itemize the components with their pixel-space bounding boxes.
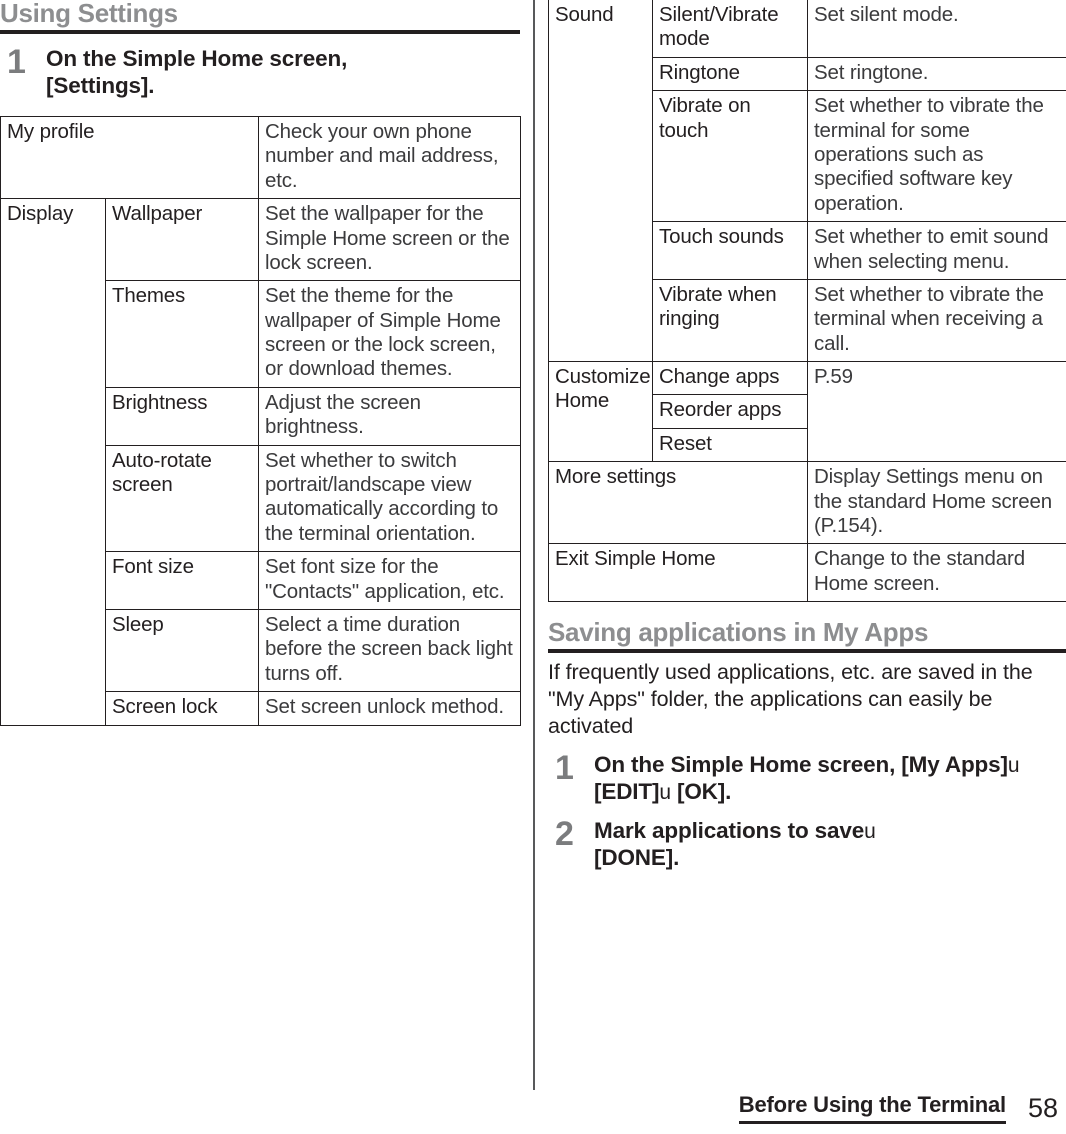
step-1-right: 1 On the Simple Home screen, [My Apps]u …: [548, 751, 1066, 806]
table-row: Sound Silent/Vibrate mode Set silent mod…: [548, 0, 1066, 363]
cell-group-customize-home: Customize Home: [548, 361, 653, 463]
cell-desc-vibrate-when-ringing: Set whether to vibrate the terminal when…: [807, 278, 1066, 363]
right-column: Sound Silent/Vibrate mode Set silent mod…: [548, 0, 1066, 871]
cell-item-silent-vibrate-mode: Silent/Vibrate mode: [652, 0, 808, 58]
step-2-right: 2 Mark applications to saveu [DONE].: [548, 817, 1066, 872]
cell-item-brightness: Brightness: [104, 386, 260, 446]
section-heading-text: Saving applications in My Apps: [548, 617, 929, 648]
step-text-part: On the Simple Home screen, [My Apps]: [594, 751, 1008, 777]
cell-item-ringtone: Ringtone: [652, 56, 808, 92]
table-row: More settings Display Settings menu on t…: [548, 461, 1066, 545]
intro-paragraph: If frequently used applications, etc. ar…: [548, 659, 1033, 738]
cell-desc-brightness: Adjust the screen brightness.: [258, 386, 522, 446]
page-number: 58: [1027, 1093, 1058, 1123]
step-number: 2: [555, 814, 574, 853]
cell-desc-screen-lock: Set screen unlock method.: [258, 691, 522, 726]
page-footer: Before Using the Terminal 58: [0, 1086, 1066, 1126]
cell-group-exit-simple-home: Exit Simple Home: [548, 543, 808, 603]
cell-desc-touch-sounds: Set whether to emit sound when selecting…: [807, 221, 1066, 280]
section-heading-rule: [0, 29, 520, 34]
cell-desc-more-settings: Display Settings menu on the standard Ho…: [807, 461, 1066, 545]
table-row: My profile Check your own phone number a…: [0, 115, 522, 200]
cell-desc-sleep: Select a time duration before the screen…: [258, 608, 522, 693]
step-text-part: [EDIT]: [594, 779, 660, 805]
cell-item-screen-lock: Screen lock: [104, 691, 260, 726]
arrow-icon: u: [864, 819, 876, 843]
cell-desc-ringtone: Set ringtone.: [807, 56, 1066, 92]
cell-desc-themes: Set the theme for the wallpaper of Simpl…: [258, 280, 522, 388]
step-line-1: On the Simple Home screen,: [46, 45, 348, 71]
cell-item-wallpaper: Wallpaper: [104, 198, 260, 282]
cell-item-reset: Reset: [652, 427, 808, 463]
step-text-part: [DONE].: [594, 845, 680, 871]
manual-page: Using Settings 1 On the Simple Home scre…: [0, 0, 1066, 1134]
arrow-icon: u: [1007, 753, 1020, 777]
table-row: Customize Home Change apps P.59: [548, 361, 1066, 463]
step-text: On the Simple Home screen, [My Apps]u [E…: [594, 751, 1066, 806]
cell-item-themes: Themes: [104, 280, 260, 388]
cell-desc-wallpaper: Set the wallpaper for the Simple Home sc…: [258, 198, 522, 282]
section-heading-rule: [548, 648, 1066, 653]
step-number: 1: [7, 42, 26, 81]
table-row: Display Wallpaper Set the wallpaper for …: [0, 198, 522, 726]
left-column: Using Settings 1 On the Simple Home scre…: [0, 0, 522, 726]
footer-chapter-title: Before Using the Terminal: [738, 1092, 1006, 1124]
section-heading-saving-applications: Saving applications in My Apps: [548, 619, 1066, 653]
footer-inner: Before Using the Terminal 58: [738, 1092, 1058, 1124]
step-text: On the Simple Home screen, [Settings].: [46, 45, 520, 99]
cell-item-touch-sounds: Touch sounds: [652, 221, 808, 280]
column-divider: [533, 0, 535, 1090]
arrow-icon: u: [659, 781, 671, 805]
cell-desc-silent-vibrate-mode: Set silent mode.: [807, 0, 1066, 58]
cell-item-auto-rotate-screen: Auto-rotate screen: [104, 444, 260, 553]
step-1-left: 1 On the Simple Home screen, [Settings].: [0, 42, 520, 99]
table-row: Exit Simple Home Change to the standard …: [548, 543, 1066, 603]
cell-item-vibrate-on-touch: Vibrate on touch: [652, 90, 808, 223]
cell-desc-exit-simple-home: Change to the standard Home screen.: [807, 543, 1066, 603]
cell-group-my-profile: My profile: [0, 115, 260, 200]
step-text: Mark applications to saveu [DONE].: [594, 817, 1066, 872]
cell-desc-customize-home: P.59: [807, 361, 1066, 463]
cell-group-more-settings: More settings: [548, 461, 808, 545]
cell-item-sleep: Sleep: [104, 608, 260, 693]
step-number: 1: [555, 748, 574, 787]
cell-item-vibrate-when-ringing: Vibrate when ringing: [652, 278, 808, 363]
cell-group-display: Display: [0, 198, 106, 726]
cell-desc-vibrate-on-touch: Set whether to vibrate the terminal for …: [807, 90, 1066, 223]
section-heading-text: Using Settings: [0, 0, 178, 28]
cell-item-change-apps: Change apps: [652, 361, 808, 396]
cell-desc-my-profile: Check your own phone number and mail add…: [258, 115, 522, 200]
cell-group-sound: Sound: [548, 0, 653, 363]
step-line-2: [Settings].: [46, 72, 155, 98]
cell-desc-font-size: Set font size for the "Contacts" applica…: [258, 551, 522, 610]
step-text-part: [OK].: [670, 779, 732, 805]
section-heading-using-settings: Using Settings: [0, 0, 520, 34]
cell-item-font-size: Font size: [104, 551, 260, 610]
settings-table-left: My profile Check your own phone number a…: [0, 115, 522, 726]
step-text-part: Mark applications to save: [594, 817, 865, 843]
cell-desc-auto-rotate-screen: Set whether to switch portrait/landscape…: [258, 444, 522, 553]
settings-table-right: Sound Silent/Vibrate mode Set silent mod…: [548, 0, 1066, 603]
cell-item-reorder-apps: Reorder apps: [652, 394, 808, 429]
